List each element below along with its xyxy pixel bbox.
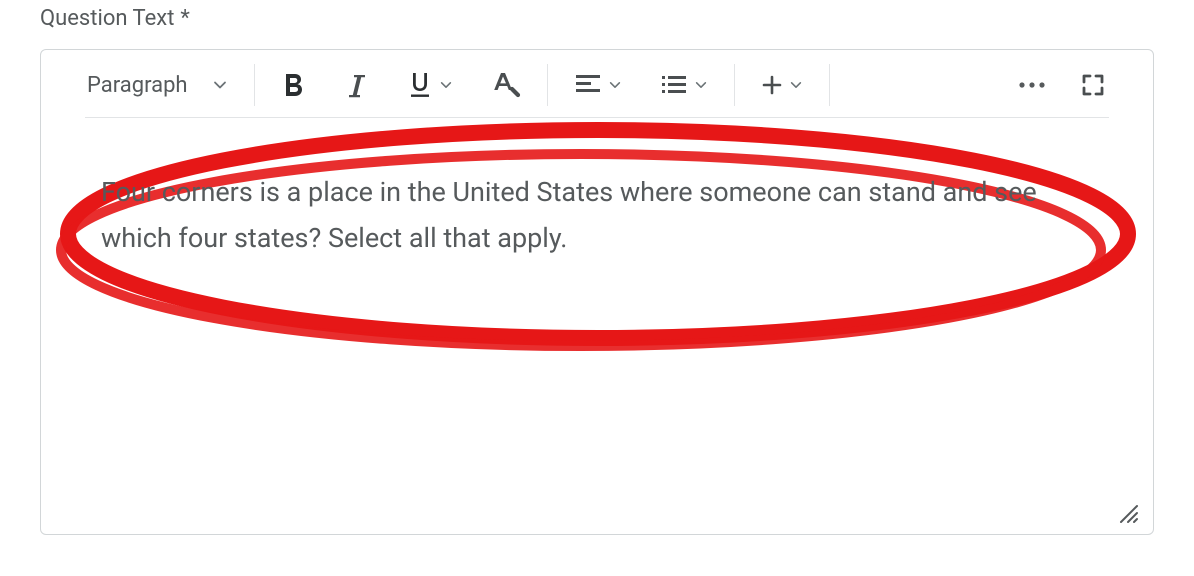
toolbar-separator — [254, 64, 255, 106]
text-color-icon — [491, 70, 521, 100]
resize-handle[interactable] — [1115, 500, 1139, 524]
plus-icon — [761, 74, 783, 96]
insert-button[interactable] — [757, 64, 807, 106]
bold-icon — [281, 71, 307, 99]
resize-icon — [1115, 500, 1139, 524]
rich-text-editor: Paragraph — [40, 49, 1154, 535]
required-asterisk: * — [180, 6, 189, 31]
chevron-down-icon — [694, 78, 708, 92]
block-format-label: Paragraph — [87, 73, 188, 98]
toolbar-separator — [734, 64, 735, 106]
align-left-icon — [574, 72, 602, 98]
paragraph-group — [570, 64, 712, 106]
block-format-select[interactable]: Paragraph — [85, 64, 232, 106]
italic-icon — [345, 71, 369, 99]
italic-button[interactable] — [341, 64, 373, 106]
fullscreen-button[interactable] — [1077, 64, 1109, 106]
question-text: Four corners is a place in the United St… — [101, 176, 1037, 254]
chevron-down-icon — [608, 78, 622, 92]
text-format-group — [277, 64, 525, 106]
field-label-text: Question Text — [40, 6, 174, 31]
editor-toolbar: Paragraph — [41, 50, 1153, 118]
editor-content[interactable]: Four corners is a place in the United St… — [101, 170, 1093, 262]
ellipsis-icon — [1017, 80, 1047, 90]
text-color-button[interactable] — [487, 64, 525, 106]
expand-icon — [1081, 73, 1105, 97]
bold-button[interactable] — [277, 64, 311, 106]
bullet-list-icon — [660, 72, 688, 98]
align-button[interactable] — [570, 64, 626, 106]
list-button[interactable] — [656, 64, 712, 106]
more-button[interactable] — [1013, 64, 1051, 106]
toolbar-separator — [547, 64, 548, 106]
underline-icon — [407, 70, 433, 100]
chevron-down-icon — [789, 78, 803, 92]
field-label: Question Text * — [40, 6, 1154, 31]
chevron-down-icon — [439, 78, 453, 92]
toolbar-separator — [829, 64, 830, 106]
chevron-down-icon — [212, 77, 228, 93]
underline-button[interactable] — [403, 64, 457, 106]
